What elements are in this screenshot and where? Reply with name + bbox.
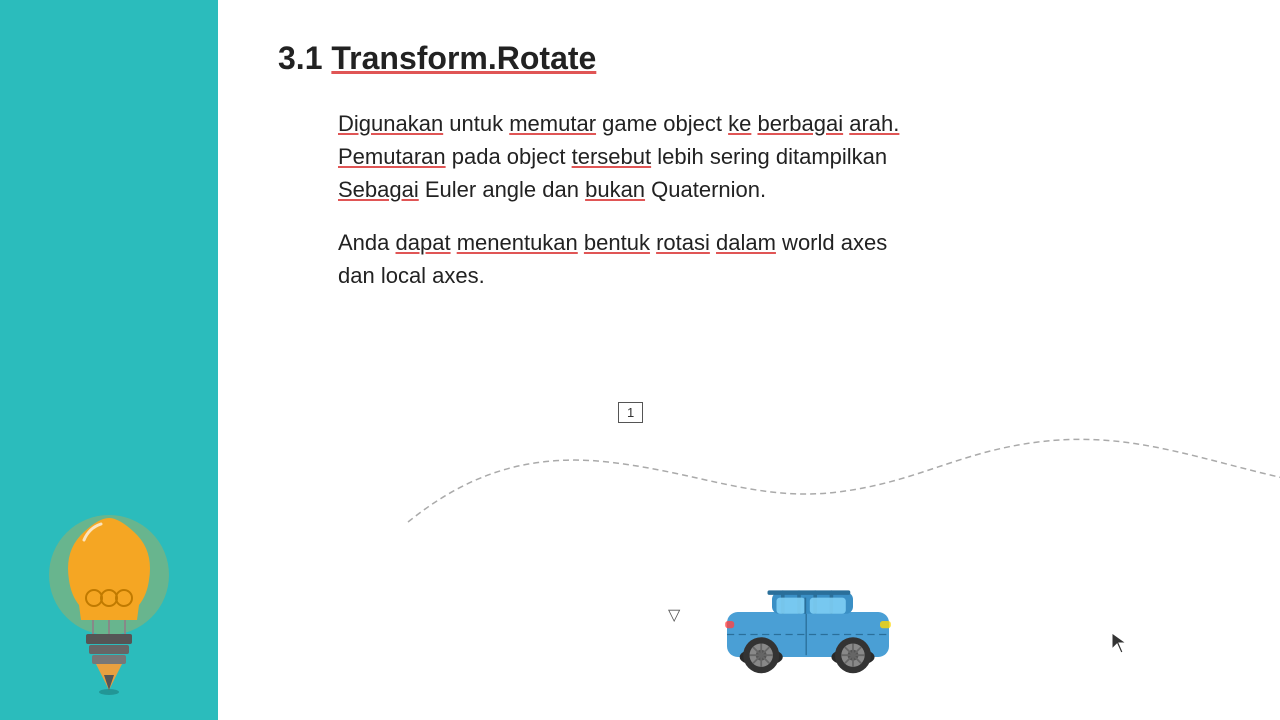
word-ke: ke [728,111,751,136]
title-prefix: 3.1 [278,40,331,76]
word-dapat: dapat [396,230,451,255]
word-sebagai: Sebagai [338,177,419,202]
word-dalam: dalam [716,230,776,255]
title-main: Transform.Rotate [331,40,596,76]
word-pemutaran: Pemutaran [338,144,446,169]
word-bentuk: bentuk [584,230,650,255]
arrow-indicator: ▽ [668,605,680,625]
slide-title: 3.1 Transform.Rotate [278,40,1220,77]
word-digunakan: Digunakan [338,111,443,136]
word-memutar: memutar [509,111,596,136]
sidebar [0,0,218,720]
paragraph-2-block: Anda dapat menentukan bentuk rotasi dala… [278,226,1148,292]
word-menentukan: menentukan [457,230,578,255]
word-bukan: bukan [585,177,645,202]
diagram-area: 1 ▽ [278,322,1220,690]
word-tersebut: tersebut [572,144,652,169]
word-berbagai: berbagai [757,111,843,136]
word-rotasi: rotasi [656,230,710,255]
word-arah: arah. [849,111,899,136]
paragraph-2: Anda dapat menentukan bentuk rotasi dala… [338,226,1148,292]
paragraph-1-block: Digunakan untuk memutar game object ke b… [278,107,1148,206]
car-illustration [718,558,898,680]
number-box: 1 [618,402,643,423]
lightbulb-illustration [29,490,189,690]
main-content: 3.1 Transform.Rotate Digunakan untuk mem… [218,0,1280,720]
paragraph-1: Digunakan untuk memutar game object ke b… [338,107,1148,206]
cursor-indicator [1110,631,1130,660]
